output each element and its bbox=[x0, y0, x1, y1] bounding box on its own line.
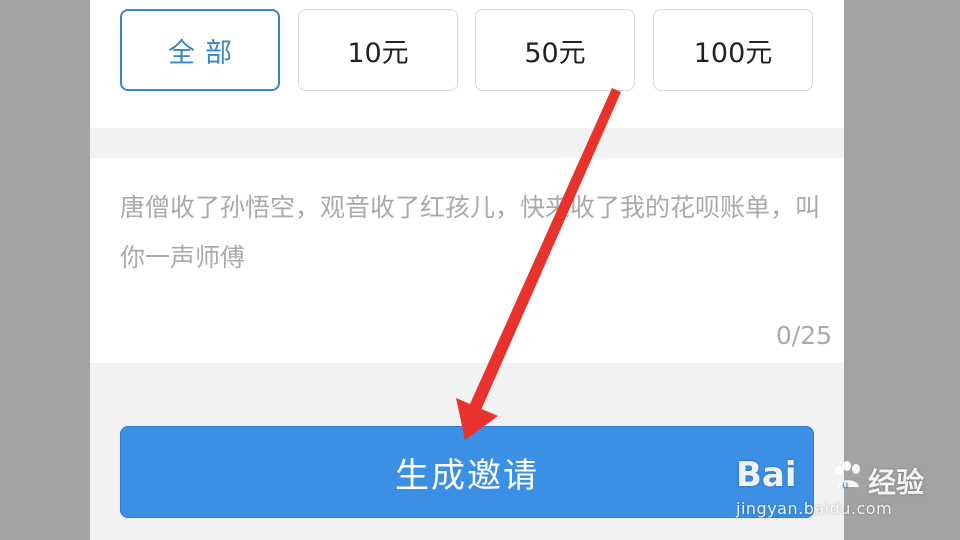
watermark-url: jingyan.baidu.com bbox=[736, 499, 893, 518]
amount-option-50[interactable]: 50元 bbox=[475, 9, 635, 91]
watermark-logo: Bai bbox=[736, 455, 797, 495]
generate-invite-button[interactable]: 生成邀请 bbox=[120, 426, 814, 518]
character-counter: 0/25 bbox=[775, 321, 832, 350]
amount-option-100[interactable]: 100元 bbox=[653, 9, 813, 91]
amount-options-panel: 全部 10元 50元 100元 bbox=[90, 0, 844, 128]
paw-icon: u bbox=[835, 461, 860, 491]
amount-option-all[interactable]: 全部 bbox=[120, 9, 280, 91]
baidu-jingyan-watermark: Bai u 经验 jingyan.baidu.com bbox=[736, 455, 946, 525]
watermark-logo-left: Bai bbox=[736, 455, 797, 495]
watermark-title: 经验 bbox=[868, 466, 925, 499]
phone-screen: 全部 10元 50元 100元 唐僧收了孙悟空，观音收了红孩儿，快来收了我的花呗… bbox=[90, 0, 844, 540]
watermark-logo-right: u bbox=[842, 480, 848, 491]
screenshot-stage: 全部 10元 50元 100元 唐僧收了孙悟空，观音收了红孩儿，快来收了我的花呗… bbox=[0, 0, 960, 540]
message-panel[interactable]: 唐僧收了孙悟空，观音收了红孩儿，快来收了我的花呗账单，叫你一声师傅 0/25 bbox=[90, 158, 844, 363]
message-textarea[interactable]: 唐僧收了孙悟空，观音收了红孩儿，快来收了我的花呗账单，叫你一声师傅 bbox=[120, 183, 832, 283]
amount-option-10[interactable]: 10元 bbox=[298, 9, 458, 91]
